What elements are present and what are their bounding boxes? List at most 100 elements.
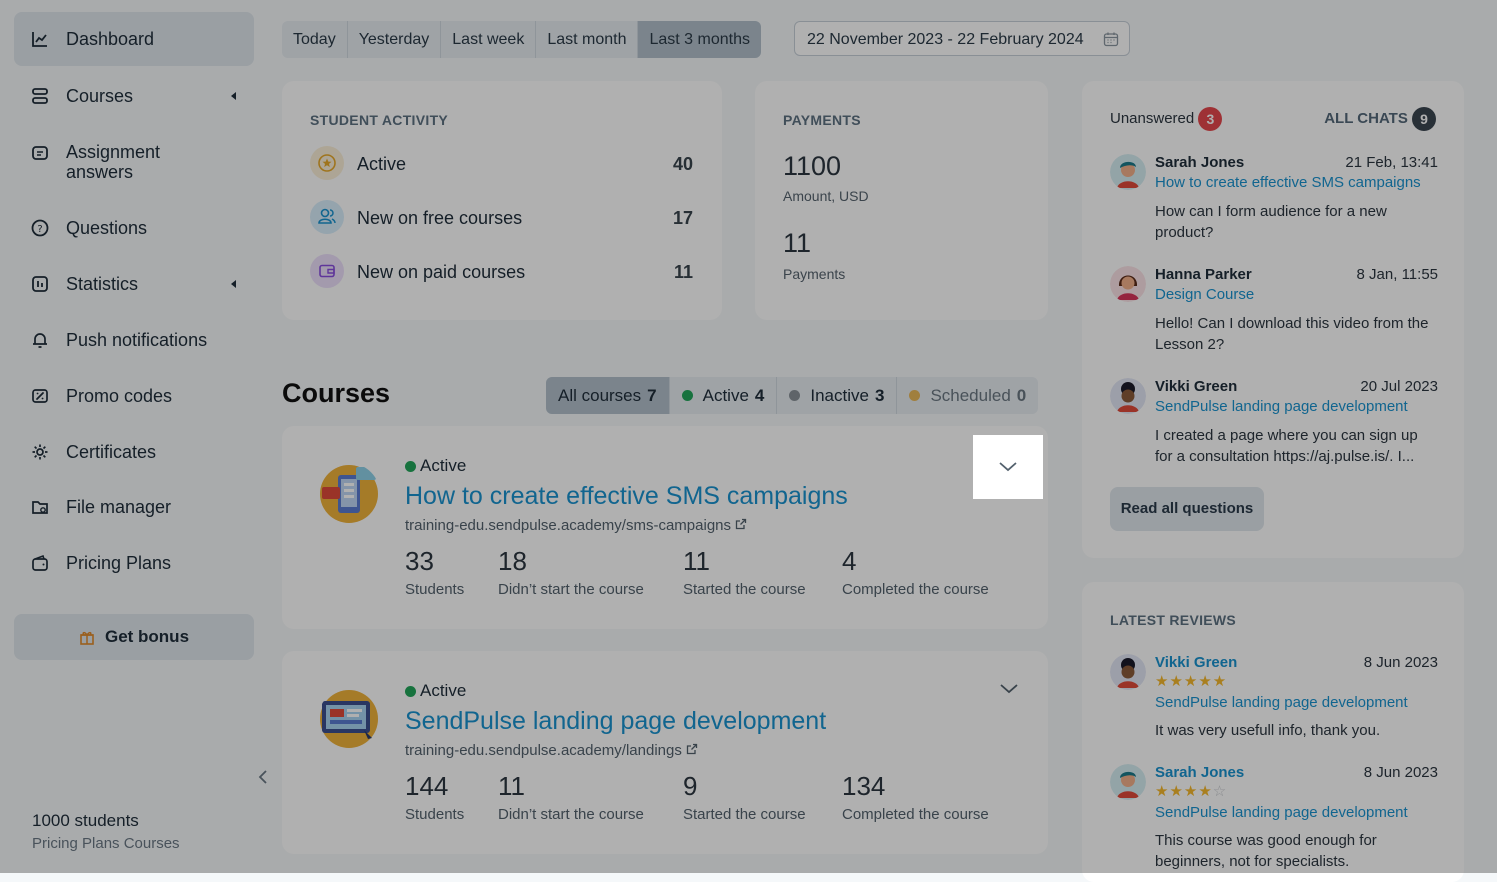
external-link-icon bbox=[686, 743, 698, 755]
all-chats-link[interactable]: ALL CHATS 9 bbox=[1324, 107, 1436, 131]
tab-scheduled[interactable]: Scheduled 0 bbox=[897, 377, 1038, 414]
sidebar-item-assignment-answers[interactable]: Assignment answers bbox=[14, 142, 254, 184]
read-all-questions-button[interactable]: Read all questions bbox=[1110, 487, 1264, 531]
unanswered-count-badge: 3 bbox=[1198, 107, 1223, 131]
course-title-link[interactable]: How to create effective SMS campaigns bbox=[405, 482, 848, 511]
sidebar-item-pricing-plans[interactable]: Pricing Plans bbox=[14, 549, 254, 577]
sidebar-item-certificates[interactable]: Certificates bbox=[14, 438, 254, 466]
layers-icon bbox=[32, 88, 48, 104]
users-icon bbox=[310, 200, 344, 234]
chat-author: Sarah Jones bbox=[1155, 154, 1245, 171]
tab-inactive[interactable]: Inactive 3 bbox=[777, 377, 898, 414]
period-last-3-months[interactable]: Last 3 months bbox=[638, 21, 761, 58]
course-stat-completed: 4 Completed the course bbox=[842, 546, 989, 598]
wallet-icon bbox=[32, 554, 48, 571]
stat-value: 144 bbox=[405, 771, 449, 801]
activity-value: 17 bbox=[672, 208, 693, 228]
date-range-value: 22 November 2023 - 22 February 2024 bbox=[807, 31, 1084, 48]
sidebar-item-label: File manager bbox=[66, 497, 172, 517]
all-chats-count-badge: 9 bbox=[1412, 107, 1436, 131]
sidebar-item-promo-codes[interactable]: Promo codes bbox=[14, 382, 254, 410]
tab-active[interactable]: Active 4 bbox=[670, 377, 778, 414]
sidebar-item-statistics[interactable]: Statistics bbox=[14, 270, 254, 298]
course-stat-started: 9 Started the course bbox=[683, 771, 806, 823]
folder-icon bbox=[32, 501, 48, 514]
rating-stars: ★★★★★ bbox=[1155, 672, 1227, 690]
chat-message: How can I form audience for a new produc… bbox=[1155, 203, 1387, 241]
chat-item[interactable]: Sarah Jones 21 Feb, 13:41 How to create … bbox=[1110, 154, 1438, 244]
course-title-link[interactable]: SendPulse landing page development bbox=[405, 707, 826, 736]
active-dot-icon bbox=[405, 460, 416, 472]
svg-text:?: ? bbox=[37, 224, 42, 235]
stat-value: 18 bbox=[498, 546, 527, 576]
course-card: Active SendPulse landing page developmen… bbox=[282, 651, 1048, 854]
expand-course-chevron-icon[interactable] bbox=[1000, 681, 1018, 699]
courses-filter-tabs: All courses 7 Active 4 Inactive 3 Schedu… bbox=[546, 377, 1039, 414]
period-yesterday[interactable]: Yesterday bbox=[348, 21, 442, 58]
students-count: 1000 students bbox=[32, 811, 139, 830]
chat-course-link[interactable]: Design Course bbox=[1155, 286, 1254, 303]
all-chats-label: ALL CHATS bbox=[1324, 109, 1408, 127]
sidebar-item-push-notifications[interactable]: Push notifications bbox=[14, 326, 254, 354]
unanswered-label: Unanswered bbox=[1110, 109, 1195, 127]
student-activity-card: STUDENT ACTIVITY Active 40 New on free c… bbox=[282, 81, 722, 320]
sidebar-item-questions[interactable]: ? Questions bbox=[14, 214, 254, 242]
tab-all-courses[interactable]: All courses 7 bbox=[546, 377, 670, 414]
activity-label: New on paid courses bbox=[357, 262, 526, 282]
get-bonus-button[interactable]: Get bonus bbox=[14, 614, 254, 660]
stat-value: 11 bbox=[498, 771, 525, 801]
sidebar-item-file-manager[interactable]: File manager bbox=[14, 493, 254, 521]
chat-item[interactable]: Hanna Parker 8 Jan, 11:55 Design Course … bbox=[1110, 266, 1438, 356]
reviews-title: LATEST REVIEWS bbox=[1110, 612, 1237, 628]
course-url-link[interactable]: training-edu.sendpulse.academy/sms-campa… bbox=[405, 517, 747, 534]
unanswered-tab[interactable]: Unanswered 3 bbox=[1110, 107, 1223, 131]
tab-label: All courses bbox=[558, 386, 642, 405]
date-range-picker[interactable]: 22 November 2023 - 22 February 2024 bbox=[794, 21, 1130, 56]
course-stat-started: 11 Started the course bbox=[683, 546, 806, 598]
review-item: Vikki Green 8 Jun 2023 ★★★★★ SendPulse l… bbox=[1110, 654, 1438, 744]
chat-course-link[interactable]: SendPulse landing page development bbox=[1155, 398, 1408, 415]
calendar-icon bbox=[1103, 32, 1119, 47]
sms-campaign-course-icon bbox=[320, 465, 378, 523]
sidebar-item-label: Promo codes bbox=[66, 386, 173, 406]
activity-row-active: Active 40 bbox=[310, 146, 693, 180]
tab-label: Inactive bbox=[810, 386, 869, 405]
inactive-dot-icon bbox=[789, 390, 801, 401]
course-status: Active bbox=[405, 456, 466, 476]
period-last-month[interactable]: Last month bbox=[536, 21, 639, 58]
chat-message: Hello! Can I download this video from th… bbox=[1155, 315, 1429, 353]
period-today[interactable]: Today bbox=[282, 21, 348, 58]
sidebar-item-label: Push notifications bbox=[66, 330, 208, 350]
stat-label: Completed the course bbox=[842, 581, 989, 598]
sidebar-item-courses[interactable]: Courses bbox=[14, 82, 254, 110]
course-stat-students: 33 Students bbox=[405, 546, 464, 598]
period-last-week[interactable]: Last week bbox=[441, 21, 537, 58]
chat-date: 8 Jan, 11:55 bbox=[1356, 266, 1438, 283]
collapse-sidebar-icon[interactable] bbox=[258, 770, 268, 787]
course-url-link[interactable]: training-edu.sendpulse.academy/landings bbox=[405, 742, 698, 759]
bell-icon bbox=[33, 333, 47, 348]
review-author-link[interactable]: Vikki Green bbox=[1155, 654, 1237, 671]
review-course-link[interactable]: SendPulse landing page development bbox=[1155, 804, 1408, 821]
star-icon: ★★★★★ bbox=[1155, 673, 1228, 690]
course-card: Active How to create effective SMS campa… bbox=[282, 426, 1048, 629]
course-url: training-edu.sendpulse.academy/landings bbox=[405, 742, 682, 759]
pricing-plan-name[interactable]: Pricing Plans Courses bbox=[32, 835, 180, 852]
review-course-link[interactable]: SendPulse landing page development bbox=[1155, 694, 1408, 711]
chat-item[interactable]: Vikki Green 20 Jul 2023 SendPulse landin… bbox=[1110, 378, 1438, 468]
payments-title: PAYMENTS bbox=[783, 112, 861, 128]
payments-count-label: Payments bbox=[783, 266, 846, 282]
chat-author: Hanna Parker bbox=[1155, 266, 1252, 283]
review-author-link[interactable]: Sarah Jones bbox=[1155, 764, 1244, 781]
chat-message: I created a page where you can sign up f… bbox=[1155, 427, 1418, 465]
chat-course-link[interactable]: How to create effective SMS campaigns bbox=[1155, 174, 1421, 191]
wallet-icon bbox=[310, 254, 344, 288]
expand-course-button-highlighted[interactable] bbox=[973, 435, 1043, 499]
chat-date: 20 Jul 2023 bbox=[1360, 378, 1438, 395]
sidebar-item-dashboard[interactable]: Dashboard bbox=[14, 12, 254, 66]
sidebar-item-label: Assignment answers bbox=[66, 142, 161, 182]
course-url: training-edu.sendpulse.academy/sms-campa… bbox=[405, 517, 732, 534]
app-root: Dashboard Courses Assignment answers ? Q… bbox=[0, 0, 1497, 882]
tab-count: 7 bbox=[647, 386, 657, 405]
stat-value: 9 bbox=[683, 771, 698, 801]
